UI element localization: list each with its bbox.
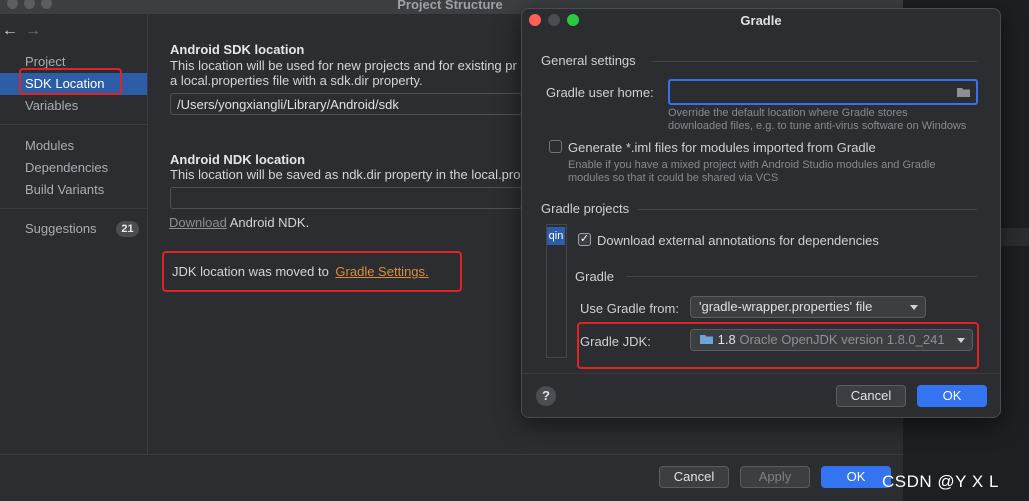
apply-button[interactable]: Apply (740, 466, 810, 488)
gradle-subsection-heading: Gradle (575, 269, 615, 284)
sidebar-divider (0, 124, 147, 125)
gradle-jdk-description: Oracle OpenJDK version 1.8.0_241 (739, 332, 945, 347)
section-divider (638, 209, 977, 210)
sdk-path-input[interactable]: /Users/yongxiangli/Library/Android/sdk (170, 93, 522, 115)
dialog-cancel-button[interactable]: Cancel (836, 385, 906, 407)
gradle-settings-dialog: Gradle General settings Gradle user home… (521, 8, 1001, 418)
gradle-user-home-input[interactable] (668, 79, 978, 105)
sidebar-item-modules[interactable]: Modules (25, 138, 74, 153)
gradle-user-home-hint: Override the default location where Grad… (668, 107, 908, 119)
sidebar-item-build-variants[interactable]: Build Variants (25, 182, 104, 197)
sidebar-item-dependencies[interactable]: Dependencies (25, 160, 108, 175)
gradle-jdk-label: Gradle JDK: (580, 334, 651, 349)
section-divider (626, 276, 977, 277)
gradle-user-home-hint: downloaded files, e.g. to tune anti-viru… (668, 120, 967, 132)
use-gradle-from-value: 'gradle-wrapper.properties' file (699, 299, 873, 314)
generate-iml-hint: Enable if you have a mixed project with … (568, 159, 936, 171)
sdk-location-description: a local.properties file with a sdk.dir p… (170, 73, 423, 88)
forward-arrow-icon[interactable]: → (25, 22, 41, 40)
general-settings-heading: General settings (541, 53, 636, 68)
jdk-notice-text: JDK location was moved to (172, 264, 329, 279)
sdk-location-heading: Android SDK location (170, 42, 305, 57)
gradle-jdk-dropdown[interactable]: 1.8 Oracle OpenJDK version 1.8.0_241 (690, 329, 973, 351)
back-arrow-icon[interactable]: ← (2, 22, 18, 40)
section-divider (652, 61, 977, 62)
dialog-ok-button[interactable]: OK (917, 385, 987, 407)
generate-iml-label: Generate *.iml files for modules importe… (568, 140, 876, 155)
download-annotations-checkbox[interactable]: ✓ (578, 233, 591, 246)
sdk-location-highlight-box (19, 68, 122, 95)
ndk-location-heading: Android NDK location (170, 152, 306, 167)
suggestions-count-badge: 21 (116, 221, 139, 237)
sdk-location-description: This location will be used for new proje… (170, 58, 517, 73)
gradle-settings-link[interactable]: Gradle Settings. (335, 264, 428, 279)
sidebar-divider (0, 208, 147, 209)
background-editor-line (1000, 228, 1029, 246)
jdk-notice: JDK location was moved to Gradle Setting… (172, 264, 429, 279)
download-annotations-label: Download external annotations for depend… (597, 233, 879, 248)
ok-button[interactable]: OK (821, 466, 891, 488)
watermark: CSDN @Y X L (882, 472, 999, 491)
gradle-user-home-label: Gradle user home: (546, 85, 654, 100)
ndk-location-description: This location will be saved as ndk.dir p… (170, 167, 521, 182)
generate-iml-checkbox[interactable] (549, 140, 562, 153)
dialog-title: Gradle (740, 13, 782, 28)
use-gradle-from-label: Use Gradle from: (580, 301, 679, 316)
download-ndk-link[interactable]: Download (169, 215, 227, 230)
cancel-button[interactable]: Cancel (659, 466, 729, 488)
use-gradle-from-dropdown[interactable]: 'gradle-wrapper.properties' file (690, 296, 926, 318)
gradle-projects-heading: Gradle projects (541, 201, 630, 216)
sidebar-item-project[interactable]: Project (25, 54, 65, 69)
sidebar-item-variables[interactable]: Variables (25, 98, 78, 113)
project-tab[interactable]: qin (547, 227, 565, 245)
sidebar-item-suggestions[interactable]: Suggestions (25, 221, 97, 236)
generate-iml-hint: modules so that it could be shared via V… (568, 172, 779, 184)
gradle-jdk-version: 1.8 (717, 332, 736, 347)
folder-icon[interactable] (956, 86, 971, 98)
chevron-down-icon (957, 338, 965, 343)
jdk-folder-icon (700, 335, 713, 344)
help-button[interactable]: ? (536, 386, 556, 406)
download-ndk-suffix: Android NDK. (229, 215, 310, 230)
chevron-down-icon (910, 305, 918, 310)
download-ndk-row: Download Android NDK. (169, 215, 309, 230)
ndk-path-input[interactable] (170, 187, 522, 209)
